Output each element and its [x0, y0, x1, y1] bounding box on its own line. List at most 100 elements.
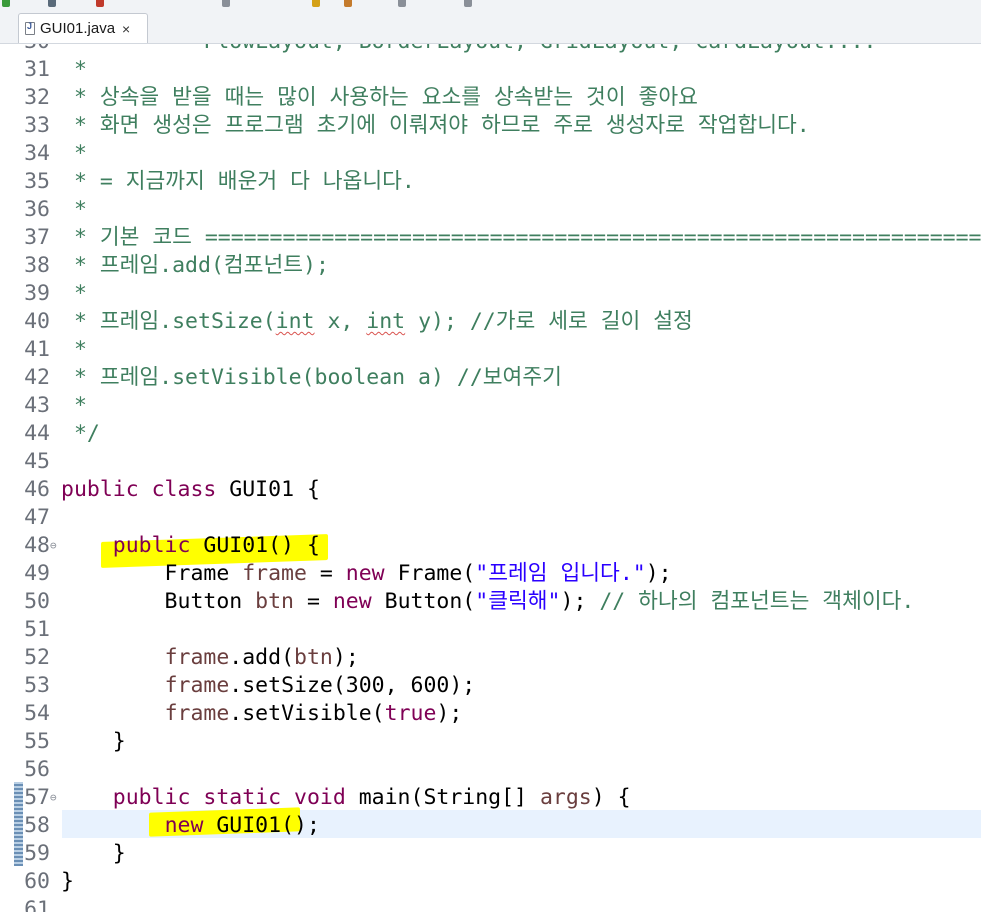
code-line[interactable]: 45	[0, 448, 981, 476]
tab-gui01-java[interactable]: GUI01.java ×	[18, 13, 148, 43]
toolbar-icon[interactable]	[222, 0, 230, 7]
code-line[interactable]: 34 *	[0, 140, 981, 168]
code-token: Frame	[61, 561, 243, 586]
code-line[interactable]: 33 * 화면 생성은 프로그램 초기에 이뤄져야 하므로 주로 생성자로 작업…	[0, 112, 981, 140]
code-line[interactable]: 55 }	[0, 728, 981, 756]
code-text: *	[61, 196, 87, 224]
line-number: 47	[24, 505, 50, 530]
code-line[interactable]: 59 }	[0, 840, 981, 868]
run-icon[interactable]	[2, 0, 10, 7]
code-line[interactable]: 53 frame.setSize(300, 600);	[0, 672, 981, 700]
code-line[interactable]: 49 Frame frame = new Frame("프레임 입니다.");	[0, 560, 981, 588]
code-token: }	[61, 869, 74, 894]
toolbar-icon[interactable]	[312, 0, 320, 7]
code-text: *	[61, 140, 87, 168]
code-line[interactable]: 36 *	[0, 196, 981, 224]
line-number: 57	[24, 785, 50, 810]
code-token: );	[436, 701, 463, 726]
code-line[interactable]: 47	[0, 504, 981, 532]
code-line[interactable]: 35 * = 지금까지 배운거 다 나옵니다.	[0, 168, 981, 196]
code-text: * = 지금까지 배운거 다 나옵니다.	[61, 168, 415, 196]
code-text: frame.add(btn);	[61, 644, 359, 672]
code-token: *	[61, 197, 87, 222]
code-line[interactable]: 50 Button btn = new Button("클릭해"); // 하나…	[0, 588, 981, 616]
code-token: GUI01() {	[190, 533, 320, 558]
code-line[interactable]: 46 public class GUI01 {	[0, 476, 981, 504]
code-token: *	[61, 337, 87, 362]
code-line[interactable]: 32 * 상속을 받을 때는 많이 사용하는 요소를 상속받는 것이 좋아요	[0, 84, 981, 112]
code-token: "클릭해"	[475, 589, 561, 614]
fold-toggle-icon[interactable]: ⊖	[50, 532, 57, 560]
line-number: 43	[24, 393, 50, 418]
fold-toggle-icon[interactable]: ⊖	[50, 784, 57, 812]
line-number: 32	[24, 85, 50, 110]
code-token: * FlowLayout, BorderLayout, GridLayout, …	[61, 44, 877, 54]
line-number: 40	[24, 309, 50, 334]
code-token: =	[294, 589, 333, 614]
code-text: frame.setVisible(true);	[61, 700, 463, 728]
code-line[interactable]: 40 * 프레임.setSize(int x, int y); //가로 세로 …	[0, 308, 981, 336]
code-token: x,	[314, 309, 367, 334]
line-number: 44	[24, 421, 50, 446]
code-line[interactable]: 54 frame.setVisible(true);	[0, 700, 981, 728]
toolbar-icon[interactable]	[398, 0, 406, 7]
code-token: *	[61, 141, 87, 166]
code-line[interactable]: 39 *	[0, 280, 981, 308]
code-line[interactable]: 51	[0, 616, 981, 644]
code-token: y); //가로 세로 길이 설정	[405, 309, 693, 334]
code-token: );	[560, 589, 600, 614]
code-token: frame	[242, 561, 307, 586]
line-number: 42	[24, 365, 50, 390]
code-line[interactable]: 48 ⊖ public GUI01() {	[0, 532, 981, 560]
toolbar-icon[interactable]	[464, 0, 472, 7]
code-line[interactable]: 30 * FlowLayout, BorderLayout, GridLayou…	[0, 44, 981, 56]
code-token: frame	[164, 645, 230, 670]
code-token: ) {	[591, 785, 631, 810]
code-text: * 프레임.setVisible(boolean a) //보여주기	[61, 364, 562, 392]
code-token: );	[645, 561, 672, 586]
code-line[interactable]: 61	[0, 896, 981, 912]
line-number: 52	[24, 645, 50, 670]
code-text: Button btn = new Button("클릭해"); // 하나의 컴…	[61, 588, 915, 616]
code-token: *	[61, 393, 87, 418]
code-token: GUI01 {	[216, 477, 320, 502]
line-number: 39	[24, 281, 50, 306]
line-number: 37	[24, 225, 50, 250]
line-number: 34	[24, 141, 50, 166]
stop-icon[interactable]	[96, 0, 104, 7]
code-line[interactable]: 43 *	[0, 392, 981, 420]
code-token: new	[332, 589, 372, 614]
code-token: btn	[294, 645, 333, 670]
code-line[interactable]: 58 new GUI01();	[0, 812, 981, 840]
code-token: .setSize(300, 600);	[229, 673, 476, 698]
line-number: 45	[24, 449, 50, 474]
code-token: .add(	[229, 645, 295, 670]
code-line[interactable]: 57 ⊖ public static void main(String[] arg…	[0, 784, 981, 812]
code-line[interactable]: 38 * 프레임.add(컴포넌트);	[0, 252, 981, 280]
line-number: 59	[24, 841, 50, 866]
code-text: * 기본 코드 ================================…	[61, 224, 981, 252]
code-line[interactable]: 31 *	[0, 56, 981, 84]
code-line[interactable]: 60}	[0, 868, 981, 896]
code-token: GUI01();	[203, 813, 320, 838]
close-icon[interactable]: ×	[122, 21, 130, 37]
code-token: new	[345, 561, 385, 586]
code-line[interactable]: 52 frame.add(btn);	[0, 644, 981, 672]
code-text: *	[61, 392, 87, 420]
code-line[interactable]: 44 */	[0, 420, 981, 448]
line-number: 48	[24, 533, 50, 558]
code-line[interactable]: 37 * 기본 코드 =============================…	[0, 224, 981, 252]
code-line[interactable]: 41 *	[0, 336, 981, 364]
code-line[interactable]: 42 * 프레임.setVisible(boolean a) //보여주기	[0, 364, 981, 392]
toolbar-icon[interactable]	[344, 0, 352, 7]
code-token: */	[61, 421, 100, 446]
code-line[interactable]: 56	[0, 756, 981, 784]
code-token: args	[539, 785, 592, 810]
code-editor[interactable]: 30 * FlowLayout, BorderLayout, GridLayou…	[0, 44, 981, 912]
code-text: * FlowLayout, BorderLayout, GridLayout, …	[61, 44, 877, 56]
toolbar-icon[interactable]	[48, 0, 56, 7]
line-number: 55	[24, 729, 50, 754]
